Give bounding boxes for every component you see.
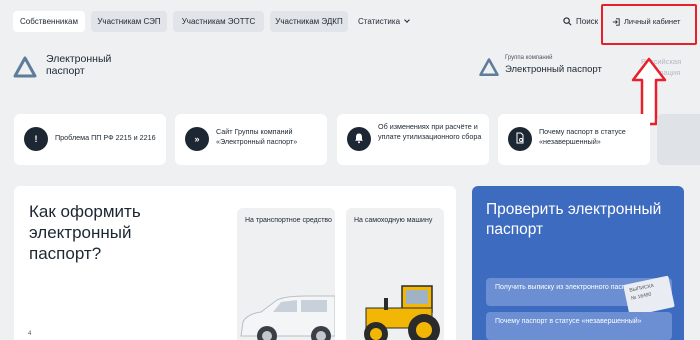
tab-sep-participants[interactable]: Участникам СЭП (91, 11, 167, 32)
info-card-text: Проблема ПП РФ 2215 и 2216 (55, 133, 156, 142)
check-title: Проверить электронный паспорт (486, 201, 662, 238)
statistics-dropdown[interactable]: Статистика (358, 11, 410, 32)
search-icon (563, 17, 572, 26)
logo-text-line1: Электронный (46, 53, 112, 65)
info-card-text: Почему паспорт в статусе «незавершенный» (539, 127, 626, 146)
site-logo[interactable]: Электронный паспорт (12, 53, 152, 83)
car-image (240, 295, 335, 340)
get-extract-label: Получить выписку из электронного паспорт… (495, 284, 641, 291)
group-name: Электронный паспорт (505, 64, 602, 75)
incomplete-status-button[interactable]: Почему паспорт в статусе «незавершенный» (486, 312, 672, 340)
card-vehicle[interactable]: На транспортное средство (237, 208, 335, 340)
howto-panel: Как оформить электронный паспорт? 4 На т… (14, 186, 456, 340)
info-card-text: Сайт Группы компаний «Электронный паспор… (216, 127, 298, 146)
highlight-box (601, 4, 697, 45)
logo-text-line2: паспорт (46, 65, 85, 77)
document-preview-image: ВЫПИСКА № 16490 (623, 275, 675, 317)
logo-text: Электронный паспорт (46, 53, 111, 77)
check-passport-panel: Проверить электронный паспорт Получить в… (472, 186, 684, 340)
group-caption: Группа компаний (505, 55, 553, 61)
info-card-problem[interactable]: ! Проблема ПП РФ 2215 и 2216 (14, 114, 166, 165)
info-card-recycling-fee[interactable]: Об изменениях при расчёте и уплате утили… (337, 114, 489, 165)
info-icon: ! (24, 127, 48, 151)
card-vehicle-label: На транспортное средство (245, 217, 332, 224)
card-self-propelled-label: На самоходную машину (354, 217, 433, 224)
tab-edkp-participants[interactable]: Участникам ЭДКП (270, 11, 348, 32)
document-search-icon (508, 127, 532, 151)
info-card-group-site[interactable]: » Сайт Группы компаний «Электронный пасп… (175, 114, 327, 165)
top-navigation: Собственникам Участникам СЭП Участникам … (0, 0, 700, 44)
info-card-text: Об изменениях при расчёте и уплате утили… (378, 122, 482, 141)
double-chevron-icon: » (185, 127, 209, 151)
get-extract-button[interactable]: Получить выписку из электронного паспорт… (486, 275, 675, 317)
info-card-next[interactable] (657, 114, 700, 165)
tab-owners[interactable]: Собственникам (13, 11, 85, 32)
triangle-logo-icon (13, 56, 37, 78)
howto-title: Как оформить электронный паспорт? (29, 202, 141, 263)
chevron-down-icon (404, 17, 410, 23)
group-logo[interactable]: Группа компаний Электронный паспорт (478, 53, 638, 83)
tab-eotts-participants[interactable]: Участникам ЭОТТС (173, 11, 264, 32)
card-self-propelled[interactable]: На самоходную машину (346, 208, 444, 340)
search-label: Поиск (576, 17, 599, 26)
search-button[interactable]: Поиск (563, 11, 598, 32)
incomplete-status-label: Почему паспорт в статусе «незавершенный» (495, 318, 642, 325)
bell-icon (347, 127, 371, 151)
tractor-image (364, 285, 440, 340)
statistics-label: Статистика (358, 17, 401, 26)
info-card-incomplete-status[interactable]: Почему паспорт в статусе «незавершенный» (498, 114, 650, 165)
howto-number: 4 (28, 331, 32, 337)
group-triangle-logo-icon (479, 58, 499, 77)
